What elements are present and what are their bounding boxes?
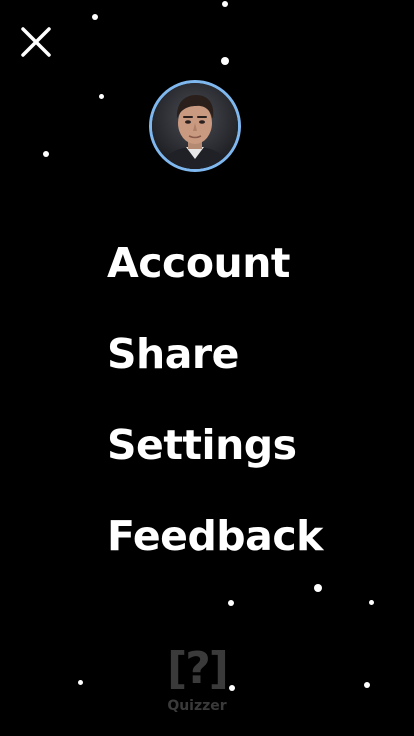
menu-item-share[interactable]: Share <box>107 323 323 414</box>
avatar[interactable] <box>149 80 241 172</box>
close-button[interactable] <box>16 22 56 62</box>
star-dot <box>43 151 49 157</box>
star-dot <box>221 57 229 65</box>
close-icon <box>21 27 51 57</box>
star-dot <box>364 682 370 688</box>
star-dot <box>92 14 98 20</box>
avatar-photo <box>152 83 238 169</box>
star-dot <box>228 600 234 606</box>
star-dot <box>369 600 374 605</box>
logo-mark: [?] <box>167 643 229 694</box>
app-logo: [?] Quizzer <box>157 636 237 714</box>
main-menu: Account Share Settings Feedback <box>107 232 323 596</box>
menu-item-account[interactable]: Account <box>107 232 323 323</box>
star-dot <box>99 94 104 99</box>
menu-item-feedback[interactable]: Feedback <box>107 505 323 596</box>
star-dot <box>78 680 83 685</box>
side-menu-screen: Account Share Settings Feedback [?] Quiz… <box>0 0 414 736</box>
logo-name: Quizzer <box>167 698 227 714</box>
menu-item-settings[interactable]: Settings <box>107 414 323 505</box>
star-dot <box>222 1 228 7</box>
